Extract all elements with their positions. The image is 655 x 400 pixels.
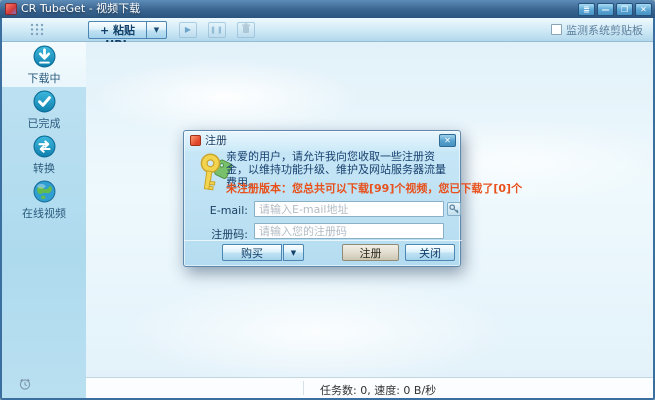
monitor-clipboard-label: 监测系统剪贴板 — [566, 22, 643, 38]
dialog-button-row: 购买 ▼ 注册 关闭 — [184, 240, 462, 267]
check-icon — [33, 90, 56, 113]
delete-task-button[interactable] — [237, 22, 255, 38]
chevron-down-icon: ▼ — [154, 26, 159, 34]
email-field[interactable] — [254, 201, 444, 217]
close-button[interactable]: ✕ — [635, 3, 652, 16]
status-bar: 任务数: 0, 速度: 0 B/秒 — [86, 377, 653, 398]
email-label: E-mail: — [208, 204, 248, 217]
statusbar-divider — [303, 381, 304, 395]
paste-url-button[interactable]: + 粘贴URL — [88, 21, 146, 39]
app-icon — [5, 3, 17, 15]
sidebar-item-completed[interactable]: 已完成 — [2, 87, 86, 132]
dialog-titlebar[interactable]: 注册 ✕ — [184, 131, 460, 149]
unregistered-notice: 未注册版本：您总共可以下载[99]个视频，您已下载了[0]个 — [226, 180, 456, 196]
menu-icon[interactable]: ≣ — [578, 3, 595, 16]
register-dialog: 注册 ✕ 亲爱的用户，请允许我向您收取一些注册资金，以维持功能升级、维护及网站服… — [183, 130, 461, 267]
play-icon: ▶ — [185, 25, 191, 34]
sidebar-item-label: 已完成 — [28, 115, 61, 131]
chevron-down-icon: ▼ — [291, 249, 296, 257]
checkbox-icon[interactable] — [551, 24, 562, 35]
license-key-button[interactable] — [447, 202, 461, 216]
sidebar-item-online-video[interactable]: 在线视频 — [2, 177, 86, 222]
dialog-app-icon — [190, 135, 201, 146]
grip-handle-icon[interactable] — [30, 23, 44, 36]
dialog-body: 亲爱的用户，请允许我向您收取一些注册资金，以维持功能升级、维护及网站服务器流量费… — [184, 149, 460, 267]
toolbar: + 粘贴URL ▼ ▶ ❚❚ 监测系统剪贴板 — [2, 18, 653, 42]
sidebar-item-label: 下载中 — [28, 70, 61, 86]
maximize-button[interactable]: ❐ — [616, 3, 633, 16]
dialog-title: 注册 — [205, 132, 227, 148]
monitor-clipboard-toggle[interactable]: 监测系统剪贴板 — [551, 22, 643, 38]
trash-icon — [241, 23, 251, 34]
paste-url-group: + 粘贴URL ▼ — [88, 21, 167, 39]
app-window: CR TubeGet - 视频下载 ≣ — ❐ ✕ + 粘贴URL ▼ ▶ ❚❚ — [0, 0, 655, 400]
sidebar-item-label: 转换 — [33, 160, 55, 176]
globe-icon — [33, 180, 56, 203]
sidebar-item-convert[interactable]: 转换 — [2, 132, 86, 177]
buy-dropdown-button[interactable]: ▼ — [283, 244, 304, 261]
minimize-button[interactable]: — — [597, 3, 614, 16]
sidebar: 下载中 已完成 转换 — [2, 42, 86, 398]
window-controls: ≣ — ❐ ✕ — [578, 3, 652, 16]
small-key-icon — [449, 204, 459, 214]
titlebar[interactable]: CR TubeGet - 视频下载 ≣ — ❐ ✕ — [0, 0, 655, 18]
pause-download-button[interactable]: ❚❚ — [208, 22, 226, 38]
download-icon — [33, 45, 56, 68]
dialog-close-button[interactable]: 关闭 — [405, 244, 455, 261]
convert-icon — [33, 135, 56, 158]
register-button[interactable]: 注册 — [342, 244, 399, 261]
sidebar-item-label: 在线视频 — [22, 205, 66, 221]
window-title: CR TubeGet - 视频下载 — [21, 0, 140, 18]
paste-url-dropdown[interactable]: ▼ — [146, 21, 167, 39]
pause-icon: ❚❚ — [210, 26, 224, 34]
register-code-field[interactable] — [254, 223, 444, 239]
scheduler-clock-icon[interactable] — [19, 378, 31, 390]
task-status-text: 任务数: 0, 速度: 0 B/秒 — [320, 382, 436, 398]
buy-button[interactable]: 购买 — [222, 244, 282, 261]
sidebar-item-downloading[interactable]: 下载中 — [2, 42, 86, 87]
dialog-close-icon[interactable]: ✕ — [439, 134, 456, 147]
start-download-button[interactable]: ▶ — [179, 22, 197, 38]
